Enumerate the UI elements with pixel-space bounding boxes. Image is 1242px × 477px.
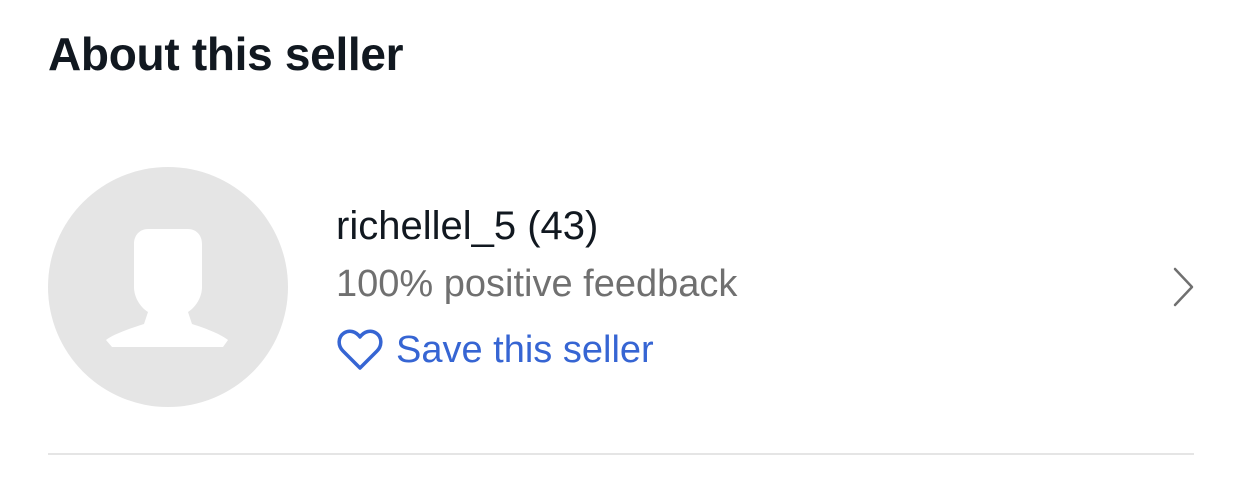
- seller-name[interactable]: richellel_5 (43): [336, 198, 1136, 254]
- seller-avatar: [48, 167, 288, 407]
- save-seller-button[interactable]: Save this seller: [336, 318, 654, 382]
- seller-feedback: 100% positive feedback: [336, 263, 738, 305]
- default-person-avatar-icon: [106, 229, 228, 347]
- chevron-right-icon[interactable]: [1166, 264, 1200, 310]
- section-title: About this seller: [48, 28, 404, 80]
- section-divider: [48, 453, 1194, 455]
- seller-card[interactable]: richellel_5 (43) 100% positive feedback …: [0, 160, 1242, 420]
- about-seller-section: About this seller richellel_5 (43) 100% …: [0, 0, 1242, 477]
- seller-info: richellel_5 (43) 100% positive feedback …: [336, 198, 1136, 382]
- heart-outline-icon: [336, 328, 384, 372]
- save-seller-label: Save this seller: [396, 328, 654, 371]
